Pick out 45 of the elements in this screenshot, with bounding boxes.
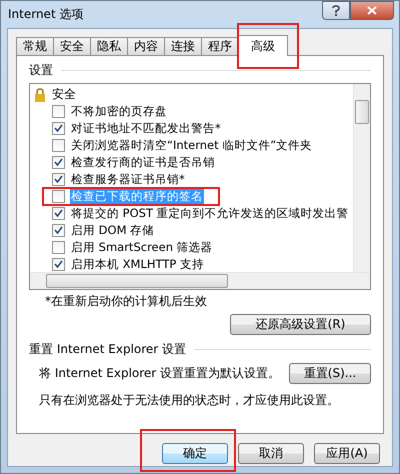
group-heading: 设置 bbox=[29, 62, 53, 79]
checkbox[interactable] bbox=[52, 139, 65, 152]
dialog-button[interactable]: 取消 bbox=[238, 443, 304, 464]
reset-button[interactable]: 重置(S)... bbox=[289, 363, 371, 384]
help-icon bbox=[332, 5, 340, 16]
setting-option[interactable]: 对证书地址不匹配发出警告* bbox=[70, 121, 222, 136]
vertical-scrollbar[interactable] bbox=[353, 84, 370, 273]
group-heading: 重置 Internet Explorer 设置 bbox=[29, 341, 186, 358]
dialog-button[interactable]: 应用(A) bbox=[314, 443, 380, 464]
tab[interactable]: 常规 bbox=[16, 37, 54, 55]
tab[interactable]: 连接 bbox=[164, 37, 202, 55]
close-icon bbox=[367, 6, 377, 15]
tab[interactable]: 内容 bbox=[127, 37, 165, 55]
checkbox[interactable] bbox=[52, 173, 65, 186]
checkbox[interactable] bbox=[52, 241, 65, 254]
warning-text: 只有在浏览器处于无法使用的状态时，才应使用此设置。 bbox=[38, 392, 340, 409]
setting-option[interactable]: 检查服务器证书吊销* bbox=[70, 172, 186, 187]
setting-option[interactable]: 启用 DOM 存储 bbox=[70, 223, 156, 238]
horizontal-scrollbar[interactable] bbox=[30, 272, 370, 289]
setting-option[interactable]: 将提交的 POST 重定向到不允许发送的区域时发出警 bbox=[70, 206, 350, 221]
setting-option[interactable]: 启用 SmartScreen 筛选器 bbox=[70, 240, 214, 255]
checkbox[interactable] bbox=[52, 207, 65, 220]
setting-option[interactable]: 关闭浏览器时清空“Internet 临时文件”文件夹 bbox=[70, 138, 314, 153]
checkbox[interactable] bbox=[52, 258, 65, 271]
note-text: *在重新启动你的计算机后生效 bbox=[45, 293, 208, 310]
description-text: 将 Internet Explorer 设置重置为默认设置。 bbox=[39, 365, 280, 382]
window-title: Internet 选项 bbox=[8, 6, 84, 23]
tab[interactable]: 高级 bbox=[238, 35, 288, 56]
tab[interactable]: 隐私 bbox=[90, 37, 128, 55]
close-button[interactable] bbox=[350, 1, 394, 20]
dialog-button[interactable]: 确定 bbox=[162, 443, 228, 464]
tab[interactable]: 安全 bbox=[53, 37, 91, 55]
category-label: 安全 bbox=[52, 86, 76, 103]
setting-option[interactable]: 检查发行商的证书是否吊销 bbox=[70, 155, 216, 170]
checkbox[interactable] bbox=[52, 105, 65, 118]
checkbox[interactable] bbox=[52, 190, 65, 203]
help-button[interactable] bbox=[322, 1, 350, 20]
checkbox[interactable] bbox=[52, 122, 65, 135]
setting-option[interactable]: 不将加密的页存盘 bbox=[70, 104, 168, 119]
lock-icon bbox=[34, 88, 46, 102]
checkbox[interactable] bbox=[52, 156, 65, 169]
checkbox[interactable] bbox=[52, 224, 65, 237]
tab[interactable]: 程序 bbox=[201, 37, 239, 55]
setting-option[interactable]: 启用本机 XMLHTTP 支持 bbox=[70, 257, 205, 272]
restore-button[interactable]: 还原高级设置(R) bbox=[230, 314, 371, 335]
